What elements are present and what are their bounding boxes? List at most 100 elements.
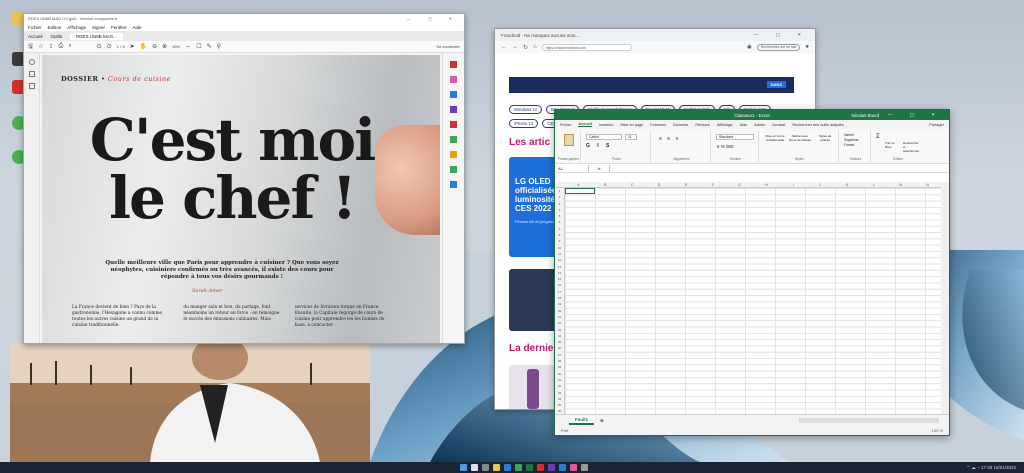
extensions-icon[interactable]: ✱ <box>747 44 752 51</box>
search-icon[interactable]: ⌕ <box>68 43 71 50</box>
bookmark-icon[interactable] <box>28 71 35 77</box>
currency-icons[interactable]: € % 000 <box>717 144 734 149</box>
upload-icon[interactable]: ⇪ <box>49 43 54 50</box>
column-header[interactable]: B <box>592 182 619 187</box>
thumbnails-icon[interactable] <box>28 59 35 65</box>
zoom-level[interactable]: 100 % <box>932 428 943 433</box>
tray-icons[interactable]: ⌃ ☁ ◔ <box>966 465 981 470</box>
next-page-icon[interactable]: ⊙ <box>107 43 112 50</box>
url-field[interactable]: https://www.frandroid.com <box>541 43 632 51</box>
organize-icon[interactable] <box>450 106 457 113</box>
user-name[interactable]: Nicolas Bocof <box>851 113 879 118</box>
pen-icon[interactable]: ✎ <box>207 43 212 50</box>
page-counter[interactable]: 1 / 3 <box>117 44 125 49</box>
conditional-format-button[interactable]: Mise en forme conditionnelle <box>764 134 786 142</box>
formula-input[interactable] <box>609 164 949 172</box>
tab-home[interactable]: Accueil <box>28 34 43 39</box>
profile-icon[interactable]: ● <box>805 44 809 50</box>
hand-icon[interactable]: ✋ <box>140 43 147 50</box>
reload-icon[interactable]: ↻ <box>523 44 528 51</box>
menu-edit[interactable]: Edition <box>48 25 62 30</box>
save-icon[interactable]: 🖫 <box>28 42 33 52</box>
app-icon[interactable] <box>570 464 577 471</box>
column-header[interactable]: N <box>914 182 941 187</box>
tab-document[interactable]: RDES UN8B MAG... <box>70 32 124 40</box>
excel-icon[interactable] <box>526 464 533 471</box>
column-header[interactable]: G <box>726 182 753 187</box>
prev-page-icon[interactable]: ⊙ <box>97 43 102 50</box>
align-icons[interactable]: ≡ ≡ ≡ <box>659 136 681 142</box>
column-header[interactable]: E <box>672 182 699 187</box>
sum-icon[interactable]: Σ <box>876 134 880 140</box>
chip[interactable]: Windows 11 <box>509 105 543 114</box>
column-header[interactable]: H <box>753 182 780 187</box>
tab-acrobat[interactable]: Acrobat <box>772 123 785 127</box>
system-tray[interactable]: ⌃ ☁ ◔ 17:48 15/01/2022 <box>966 463 1016 472</box>
vertical-scrollbar[interactable] <box>941 182 949 414</box>
comment-tool-icon[interactable] <box>450 121 457 128</box>
column-header[interactable]: A <box>565 182 592 187</box>
tab-help[interactable]: Aide <box>740 123 748 127</box>
app-icon[interactable] <box>548 464 555 471</box>
column-header[interactable]: L <box>860 182 887 187</box>
column-header[interactable]: F <box>699 182 726 187</box>
zoom-level[interactable]: 18% <box>172 44 180 49</box>
menu-window[interactable]: Fenêtre <box>111 25 127 30</box>
menu-help[interactable]: Aide <box>133 25 142 30</box>
stamp-icon[interactable]: ⚲ <box>217 43 221 50</box>
font-name-select[interactable]: Calibri <box>586 134 622 140</box>
column-header[interactable]: K <box>834 182 861 187</box>
tab-layout[interactable]: Mise en page <box>621 123 644 127</box>
tab-view[interactable]: Affichage <box>717 123 733 127</box>
ad-banner[interactable]: DANS <box>509 77 794 93</box>
excel-window[interactable]: Classeur1 - Excel Nicolas Bocof — ▢ ✕ Fi… <box>554 109 950 436</box>
cursor-icon[interactable]: ➤ <box>130 43 135 50</box>
window-controls[interactable]: — ▢ ✕ <box>754 32 809 38</box>
attachment-icon[interactable] <box>28 83 35 89</box>
more-tools-icon[interactable] <box>450 181 457 188</box>
scan-icon[interactable] <box>450 136 457 143</box>
protect-icon[interactable] <box>450 151 457 158</box>
chip[interactable]: iPhone 13 <box>509 119 539 128</box>
sign-in-link[interactable]: Se connecter <box>436 44 460 49</box>
tab-tools[interactable]: Outils <box>51 34 63 39</box>
format-table-button[interactable]: Mettre sous forme de tableau <box>788 134 812 142</box>
sheet-tab[interactable]: Feuil1 <box>569 416 595 425</box>
number-format-select[interactable]: Standard <box>716 134 754 140</box>
menu-sign[interactable]: Signer <box>92 25 105 30</box>
edit-pdf-icon[interactable] <box>450 76 457 83</box>
format-cells-button[interactable]: Format <box>844 143 859 148</box>
paste-icon[interactable] <box>563 134 574 146</box>
cell-styles-button[interactable]: Styles de cellules <box>814 134 836 142</box>
zoom-in-icon[interactable]: ⊕ <box>162 43 167 50</box>
add-sheet-icon[interactable]: ⊕ <box>600 418 604 424</box>
tab-insert[interactable]: Insertion <box>599 123 614 127</box>
column-header[interactable]: C <box>619 182 646 187</box>
horizontal-scrollbar[interactable] <box>799 418 939 423</box>
tab-review[interactable]: Révision <box>695 123 710 127</box>
explorer-icon[interactable] <box>493 464 500 471</box>
forward-icon[interactable]: → <box>512 44 518 50</box>
menu-view[interactable]: Affichage <box>67 25 86 30</box>
column-header[interactable]: J <box>807 182 834 187</box>
search-icon[interactable] <box>471 464 478 471</box>
bold-italic-underline[interactable]: G I S <box>586 143 612 149</box>
tab-home[interactable]: Accueil <box>578 122 592 127</box>
window-controls[interactable]: — ▢ ✕ <box>407 16 460 21</box>
create-pdf-icon[interactable] <box>450 91 457 98</box>
share-button[interactable]: Partager <box>929 123 944 127</box>
store-icon[interactable] <box>559 464 566 471</box>
zoom-out-icon[interactable]: ⊖ <box>152 43 157 50</box>
spreadsheet-grid[interactable]: ABCDEFGHIJKLMN 1 2 3 4 5 6 7 8 9 10 11 12 13 14 15 16 17… <box>555 182 941 414</box>
fit-icon[interactable]: ⇔ <box>185 44 191 50</box>
back-icon[interactable]: ← <box>501 44 507 50</box>
find-select-button[interactable]: Rechercher et sélectionner <box>903 141 921 153</box>
chrome-icon[interactable] <box>515 464 522 471</box>
column-header[interactable]: D <box>646 182 673 187</box>
fx-icon[interactable]: fx <box>589 166 609 171</box>
home-icon[interactable]: ⌂ <box>533 44 537 50</box>
acrobat-icon[interactable] <box>537 464 544 471</box>
tab-formulas[interactable]: Formules <box>650 123 666 127</box>
name-box[interactable]: A1 <box>555 164 589 172</box>
font-size-select[interactable]: 11 <box>625 134 637 140</box>
